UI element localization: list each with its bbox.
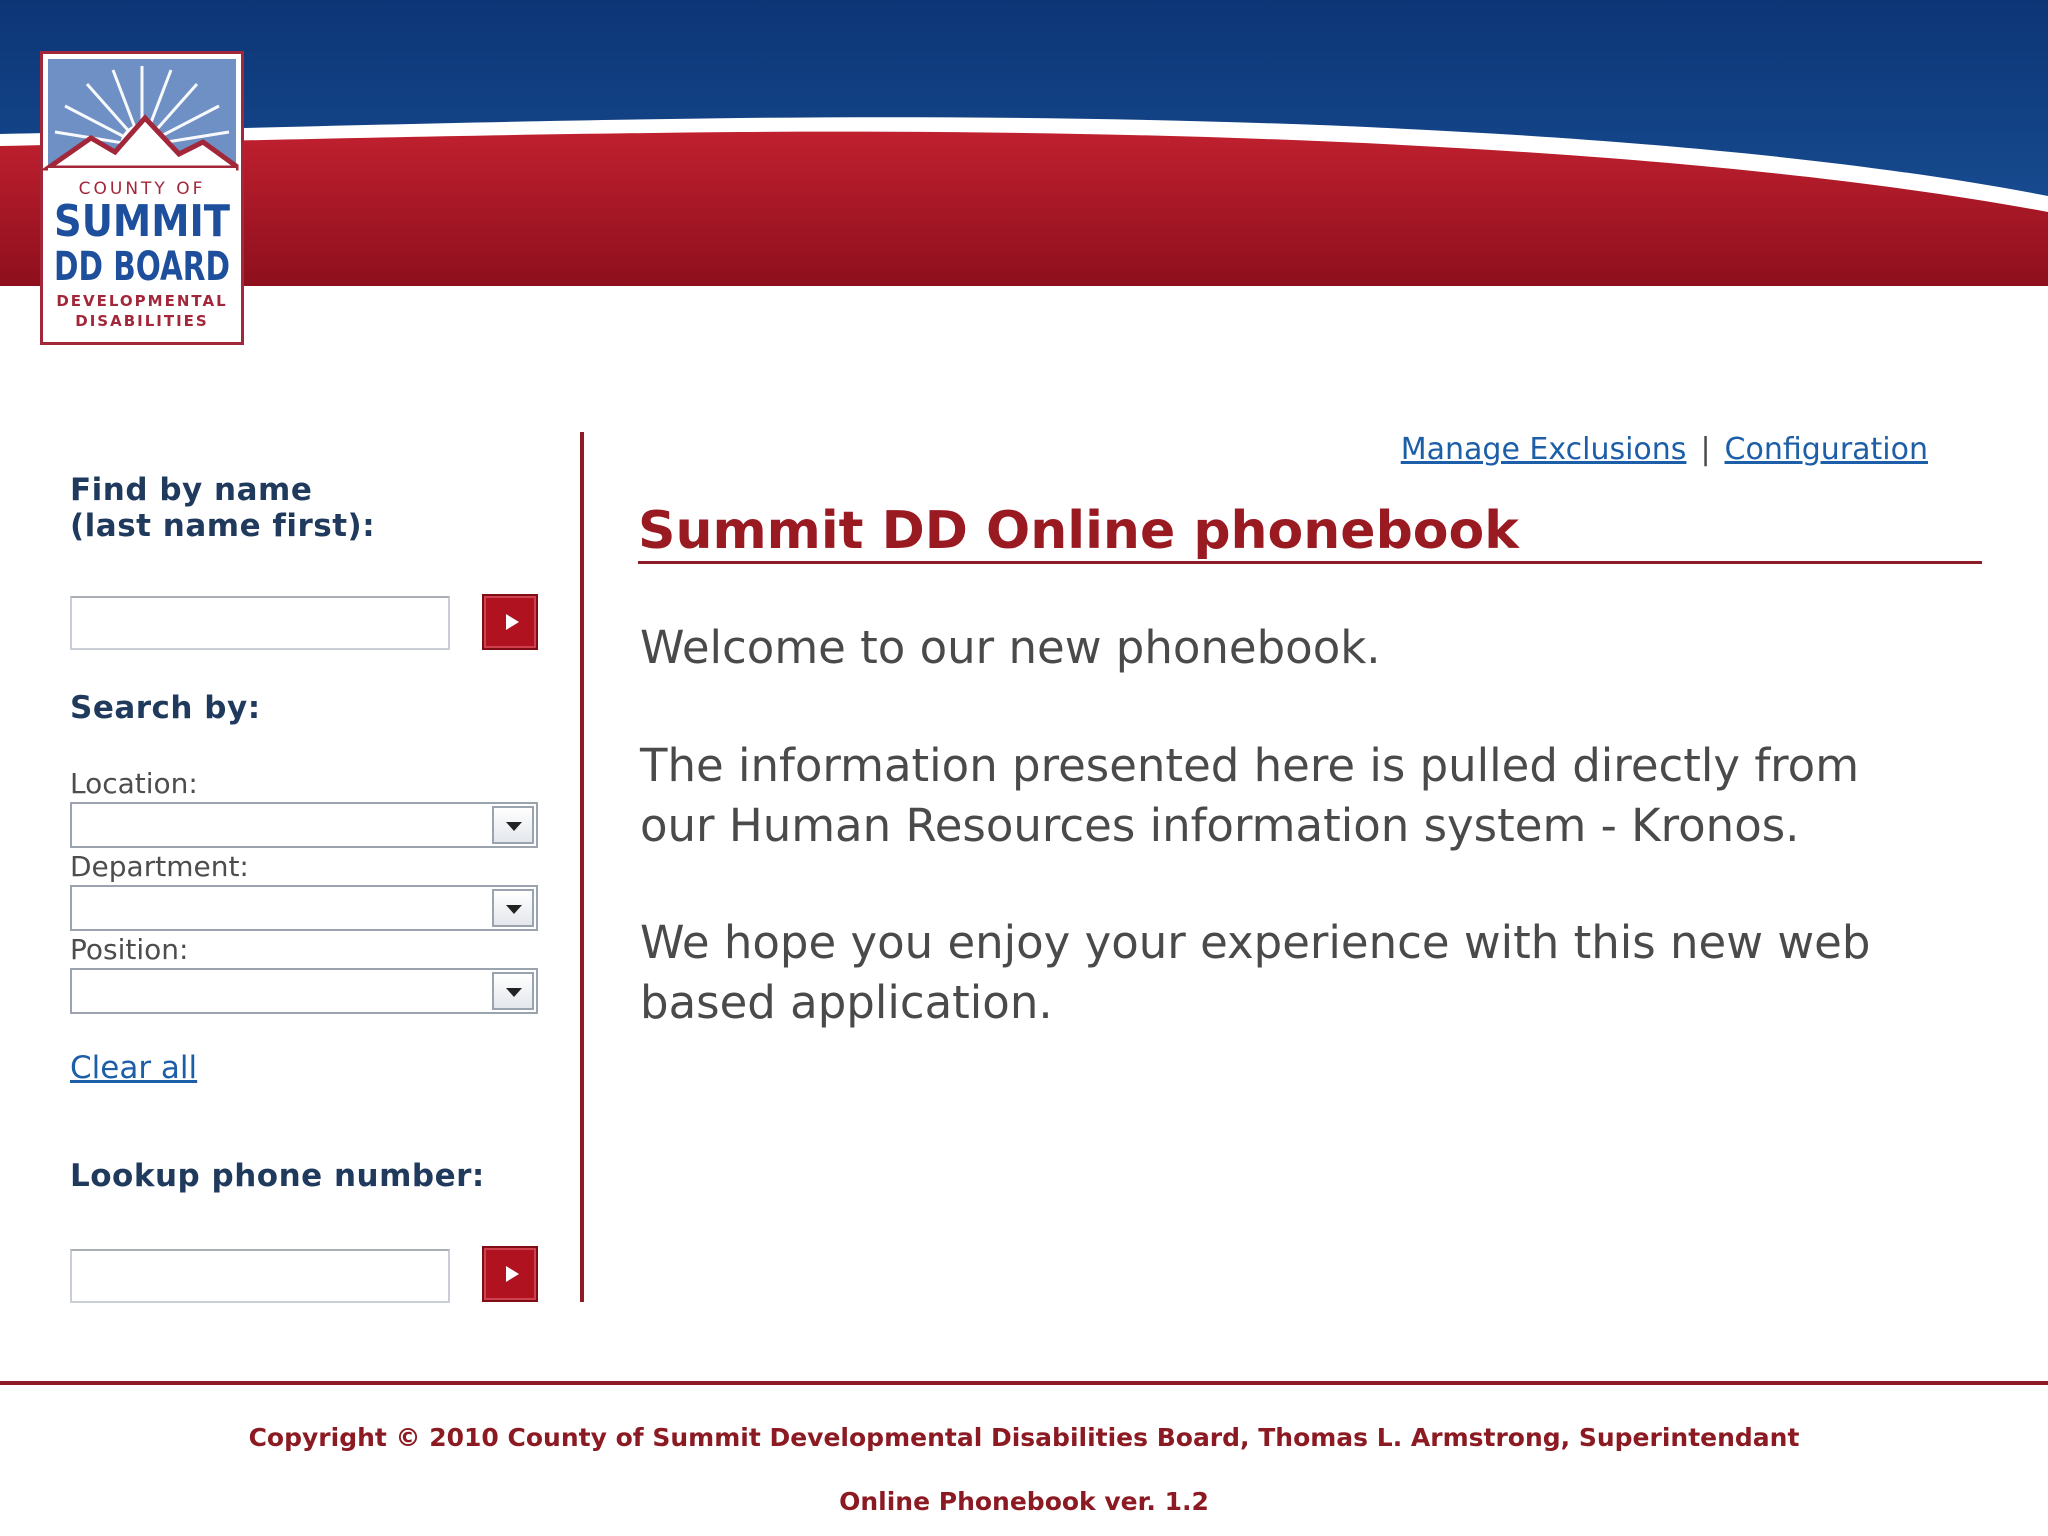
enjoy-paragraph-line1: We hope you enjoy your experience with t… [640, 916, 1871, 969]
chevron-down-icon[interactable] [492, 889, 534, 927]
lookup-phone-heading: Lookup phone number: [70, 1158, 485, 1194]
phone-lookup-input[interactable] [70, 1249, 450, 1303]
configuration-link[interactable]: Configuration [1725, 432, 1928, 467]
svg-text:SUMMIT: SUMMIT [54, 196, 230, 247]
link-separator: | [1700, 432, 1711, 467]
info-paragraph-line2: our Human Resources information system -… [640, 799, 1800, 852]
welcome-text: Welcome to our new phonebook. [640, 621, 1381, 674]
header-banner [0, 0, 2048, 300]
title-underline [638, 561, 1982, 564]
svg-text:DEVELOPMENTAL: DEVELOPMENTAL [56, 292, 227, 310]
position-select[interactable] [70, 968, 538, 1014]
sidebar-divider [580, 432, 584, 1302]
page: COUNTY OF SUMMIT DD BOARD DEVELOPMENTAL … [0, 0, 2048, 1536]
location-label: Location: [70, 767, 198, 800]
clear-all-link[interactable]: Clear all [70, 1050, 197, 1086]
info-paragraph-line1: The information presented here is pulled… [640, 739, 1860, 792]
find-by-name-line2: (last name first): [70, 508, 376, 544]
version-text: Online Phonebook ver. 1.2 [839, 1487, 1209, 1516]
department-label: Department: [70, 850, 249, 883]
find-by-name-line1: Find by name [70, 472, 313, 508]
svg-text:DD BOARD: DD BOARD [54, 244, 230, 290]
copyright-text: Copyright © 2010 County of Summit Develo… [248, 1423, 1800, 1452]
phone-lookup-go-button[interactable] [482, 1246, 538, 1302]
logo: COUNTY OF SUMMIT DD BOARD DEVELOPMENTAL … [40, 51, 244, 345]
search-by-heading: Search by: [70, 690, 261, 726]
enjoy-paragraph: We hope you enjoy your experience with t… [640, 913, 2020, 1033]
footer-divider [0, 1381, 2048, 1385]
manage-exclusions-link[interactable]: Manage Exclusions [1401, 432, 1687, 467]
position-label: Position: [70, 933, 189, 966]
admin-links: Manage Exclusions | Configuration [1401, 432, 1928, 467]
logo-wordmark: COUNTY OF SUMMIT DD BOARD DEVELOPMENTAL … [54, 179, 230, 330]
enjoy-paragraph-line2: based application. [640, 976, 1053, 1029]
name-search-go-button[interactable] [482, 594, 538, 650]
page-title: Summit DD Online phonebook [638, 501, 1519, 561]
name-search-input[interactable] [70, 596, 450, 650]
svg-text:DISABILITIES: DISABILITIES [75, 312, 208, 330]
play-arrow-icon [505, 614, 519, 630]
find-by-name-heading: Find by name (last name first): [70, 472, 375, 544]
info-paragraph: The information presented here is pulled… [640, 736, 2020, 856]
chevron-down-icon[interactable] [492, 972, 534, 1010]
chevron-down-icon[interactable] [492, 806, 534, 844]
department-select[interactable] [70, 885, 538, 931]
location-select[interactable] [70, 802, 538, 848]
play-arrow-icon [505, 1266, 519, 1282]
